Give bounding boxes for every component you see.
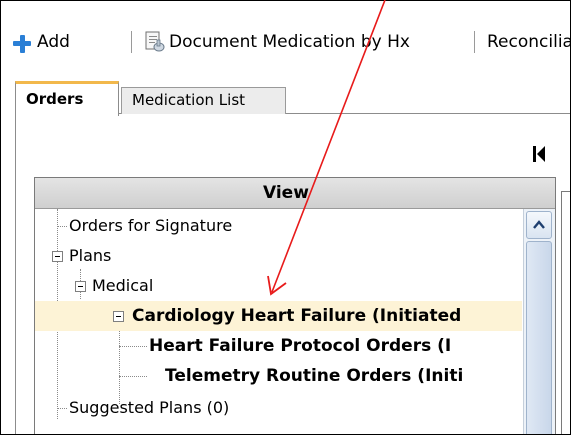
tree-item-label: Telemetry Routine Orders (Initi — [165, 366, 464, 386]
tree-item-label: Medical — [92, 276, 154, 295]
tree-item-label: Cardiology Heart Failure (Initiated — [132, 306, 462, 326]
tab-medication-list[interactable]: Medication List — [121, 87, 286, 114]
orders-tree: Orders for Signature Plans Medical Cardi… — [35, 209, 522, 434]
view-header-label: View — [263, 183, 309, 203]
tree-item-label: Heart Failure Protocol Orders (I — [149, 336, 452, 356]
tab-medication-list-label: Medication List — [132, 91, 246, 109]
tree-item-label: Orders for Signature — [69, 216, 233, 235]
tree-connector — [119, 376, 147, 377]
reconciliation-button[interactable]: Reconciliatio — [487, 31, 570, 53]
document-medication-icon[interactable] — [143, 29, 167, 55]
toolbar-separator — [131, 31, 132, 53]
scroll-up-icon — [533, 220, 545, 229]
add-button[interactable]: Add — [37, 31, 70, 53]
collapse-toggle-icon[interactable] — [52, 251, 63, 262]
tree-item-medical[interactable]: Medical — [35, 271, 522, 301]
details-panel-edge — [561, 191, 570, 434]
tab-orders-label: Orders — [26, 90, 84, 108]
view-scrollbar[interactable] — [523, 209, 555, 434]
tree-item-telemetry-routine-orders[interactable]: Telemetry Routine Orders (Initi — [35, 361, 522, 391]
orders-window: Add Document Medication by Hx Reconcilia… — [0, 0, 571, 435]
document-medication-button[interactable]: Document Medication by Hx — [169, 31, 410, 53]
tree-item-orders-for-signature[interactable]: Orders for Signature — [35, 211, 522, 241]
nav-first-icon[interactable] — [532, 143, 546, 165]
collapse-toggle-icon[interactable] — [113, 311, 124, 322]
toolbar-separator — [474, 31, 475, 53]
tree-item-cardiology-heart-failure[interactable]: Cardiology Heart Failure (Initiated — [35, 301, 522, 331]
tree-connector — [57, 408, 67, 409]
tree-item-heart-failure-protocol-orders[interactable]: Heart Failure Protocol Orders (I — [35, 331, 522, 361]
view-panel: View Orders for Signature Plans Medical — [34, 177, 556, 434]
view-header: View — [35, 178, 555, 209]
toolbar: Add Document Medication by Hx Reconcilia… — [1, 1, 570, 59]
plus-icon[interactable] — [13, 35, 31, 53]
tree-connector — [119, 346, 147, 347]
scroll-up-button[interactable] — [526, 211, 552, 239]
tree-connector — [57, 226, 67, 227]
tree-item-label: Suggested Plans (0) — [69, 398, 230, 417]
tree-item-plans[interactable]: Plans — [35, 241, 522, 271]
collapse-toggle-icon[interactable] — [75, 281, 86, 292]
scroll-thumb[interactable] — [526, 241, 552, 434]
tree-item-suggested-plans[interactable]: Suggested Plans (0) — [35, 393, 522, 423]
tree-item-label: Plans — [69, 246, 112, 265]
tab-orders[interactable]: Orders — [15, 81, 119, 116]
